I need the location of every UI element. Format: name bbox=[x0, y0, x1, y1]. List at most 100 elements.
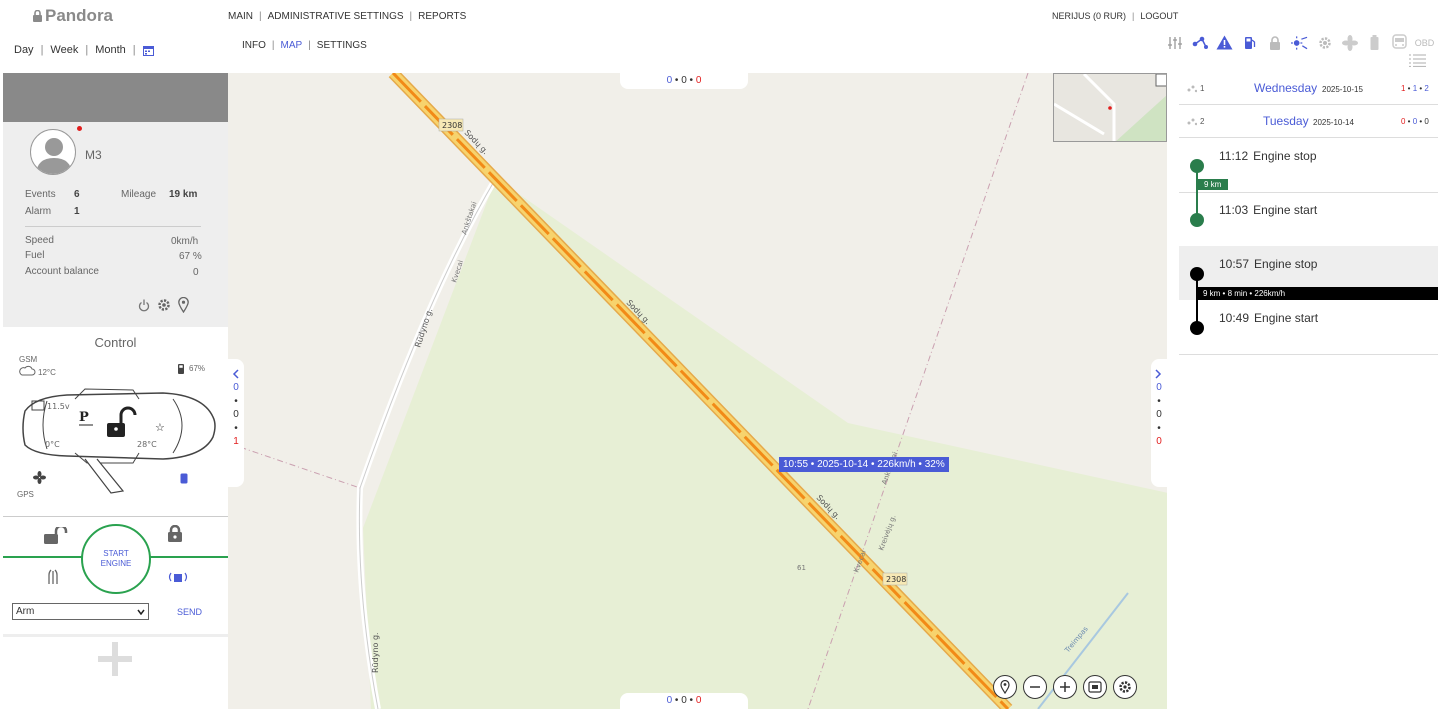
tab-settings[interactable]: SETTINGS bbox=[317, 40, 367, 51]
day-index: 1 bbox=[1200, 84, 1205, 93]
day-row-2[interactable]: 2 Tuesday 2025-10-14 0 • 0 • 0 bbox=[1179, 106, 1438, 138]
zoom-in-button[interactable] bbox=[1053, 675, 1077, 699]
settings-gear-icon[interactable] bbox=[1316, 34, 1333, 51]
lock-icon[interactable] bbox=[167, 525, 183, 543]
minus-icon bbox=[1030, 686, 1040, 688]
balance-label: Account balance bbox=[25, 266, 99, 277]
count-red: 0 bbox=[1156, 436, 1162, 447]
period-day[interactable]: Day bbox=[14, 44, 34, 56]
lock-icon bbox=[33, 10, 42, 22]
logout-link[interactable]: LOGOUT bbox=[1140, 11, 1178, 21]
nav-admin-settings[interactable]: ADMINISTRATIVE SETTINGS bbox=[268, 11, 404, 22]
tab-info[interactable]: INFO bbox=[242, 40, 266, 51]
chevron-left-icon[interactable] bbox=[232, 369, 239, 379]
command-select[interactable]: Arm bbox=[12, 603, 149, 620]
day-index: 2 bbox=[1200, 117, 1205, 126]
map-view[interactable]: 2308 2308 Sodų g. Sodų g. Sodų g. Rūdyno… bbox=[228, 73, 1167, 709]
siren-icon[interactable] bbox=[167, 570, 189, 584]
location-pin-icon[interactable] bbox=[178, 297, 189, 313]
event-item[interactable]: 11:03 Engine start bbox=[1219, 203, 1317, 217]
alarm-value: 1 bbox=[74, 206, 80, 217]
trip-distance-badge: 9 km bbox=[1197, 179, 1229, 190]
power-icon[interactable] bbox=[138, 299, 150, 312]
calendar-icon[interactable] bbox=[142, 45, 154, 56]
unlock-icon[interactable] bbox=[43, 527, 71, 545]
trip-summary-bar[interactable]: 9 km • 8 min • 226km/h bbox=[1197, 287, 1438, 300]
next-day-tab[interactable]: 0 • 0 • 0 bbox=[1151, 359, 1167, 487]
count-black: 0 bbox=[1424, 117, 1429, 126]
nav-main[interactable]: MAIN bbox=[228, 11, 253, 22]
map-canvas: 2308 2308 Sodų g. Sodų g. Sodų g. Rūdyno… bbox=[228, 73, 1167, 709]
event-time: 10:57 bbox=[1219, 257, 1250, 271]
route-icon bbox=[1187, 85, 1197, 92]
engine-temp: 0°C bbox=[45, 440, 60, 449]
event-item[interactable]: 10:49 Engine start bbox=[1219, 311, 1318, 325]
sensor-icon[interactable] bbox=[1291, 34, 1308, 51]
speed-value: 0km/h bbox=[171, 236, 199, 247]
alarm-label: Alarm bbox=[25, 206, 52, 217]
trip-separator bbox=[1179, 354, 1438, 355]
command-select-value: Arm bbox=[16, 606, 35, 617]
fit-screen-icon bbox=[1088, 681, 1102, 693]
tab-map[interactable]: MAP bbox=[281, 40, 303, 51]
address-number-61: 61 bbox=[797, 564, 806, 572]
control-block: Control GSM 12°C 67% 11.5v P ☆ 0°C 28°C … bbox=[3, 327, 228, 517]
count-blue: 0 bbox=[1412, 117, 1418, 126]
brand-name: Pandora bbox=[45, 6, 114, 25]
period-month[interactable]: Month bbox=[95, 44, 126, 56]
sliders-icon[interactable] bbox=[1166, 34, 1183, 51]
send-button[interactable]: SEND bbox=[177, 607, 202, 617]
padlock-icon[interactable] bbox=[1266, 34, 1283, 51]
fuel-icon[interactable] bbox=[1241, 34, 1258, 51]
route-icon[interactable] bbox=[1191, 34, 1208, 51]
phone-icon bbox=[180, 473, 188, 484]
track-point-tooltip: 10:55 • 2025-10-14 • 226km/h • 32% bbox=[779, 457, 949, 472]
fan-speed-icon bbox=[33, 471, 46, 484]
avatar[interactable] bbox=[30, 129, 76, 175]
mileage-label: Mileage bbox=[121, 189, 157, 200]
count-blue: 0 bbox=[233, 382, 239, 393]
add-icon[interactable] bbox=[98, 642, 132, 676]
bus-icon[interactable] bbox=[1391, 34, 1408, 51]
command-panel: START ENGINE Arm SEND bbox=[3, 516, 228, 634]
user-name[interactable]: NERIJUS (0 RUR) bbox=[1052, 11, 1126, 21]
event-item[interactable]: 10:57 Engine stop bbox=[1219, 257, 1317, 271]
fuel-percent: 67% bbox=[189, 364, 206, 373]
prev-day-tab[interactable]: 0 • 0 • 1 bbox=[228, 359, 244, 487]
count-blue: 0 bbox=[666, 75, 673, 86]
street-label-rudyno-1: Rūdyno g. bbox=[413, 307, 434, 348]
pandora-logo[interactable]: Pandora bbox=[32, 6, 113, 26]
minimap[interactable] bbox=[1053, 73, 1167, 142]
day-date: 2025-10-14 bbox=[1313, 118, 1354, 127]
period-week[interactable]: Week bbox=[50, 44, 78, 56]
count-red: 0 bbox=[1401, 117, 1406, 126]
car-name: M3 bbox=[85, 148, 102, 162]
battery-icon[interactable] bbox=[1366, 34, 1383, 51]
location-pin-icon bbox=[1000, 680, 1010, 694]
event-label: Engine start bbox=[1254, 311, 1319, 325]
events-value: 6 bbox=[74, 189, 80, 200]
map-settings-button[interactable] bbox=[1113, 675, 1137, 699]
list-icon[interactable] bbox=[1409, 54, 1426, 67]
day-date: 2025-10-15 bbox=[1322, 85, 1363, 94]
obd-label[interactable]: OBD bbox=[1415, 34, 1435, 51]
count-black: 0 bbox=[681, 695, 687, 706]
fit-route-button[interactable] bbox=[1083, 675, 1107, 699]
chevron-right-icon[interactable] bbox=[1155, 369, 1162, 379]
exhaust-icon[interactable] bbox=[46, 567, 60, 585]
street-label-rudyno-2: Rūdyno g. bbox=[371, 632, 380, 673]
road-number-2308-top: 2308 bbox=[442, 121, 462, 130]
zoom-out-button[interactable] bbox=[1023, 675, 1047, 699]
nav-reports[interactable]: REPORTS bbox=[418, 11, 466, 22]
event-time: 10:49 bbox=[1219, 311, 1250, 325]
event-item[interactable]: 11:12 Engine stop bbox=[1219, 149, 1317, 163]
day-row-1[interactable]: 1 Wednesday 2025-10-15 1 • 1 • 2 bbox=[1179, 73, 1438, 105]
start-engine-button[interactable]: START ENGINE bbox=[81, 524, 151, 594]
map-location-button[interactable] bbox=[993, 675, 1017, 699]
cabin-temp: 28°C bbox=[137, 440, 157, 449]
fan-icon[interactable] bbox=[1341, 34, 1358, 51]
control-title: Control bbox=[94, 335, 137, 350]
gear-icon[interactable] bbox=[157, 298, 171, 312]
warning-icon[interactable] bbox=[1216, 34, 1233, 51]
voltage-value: 11.5v bbox=[47, 402, 70, 411]
